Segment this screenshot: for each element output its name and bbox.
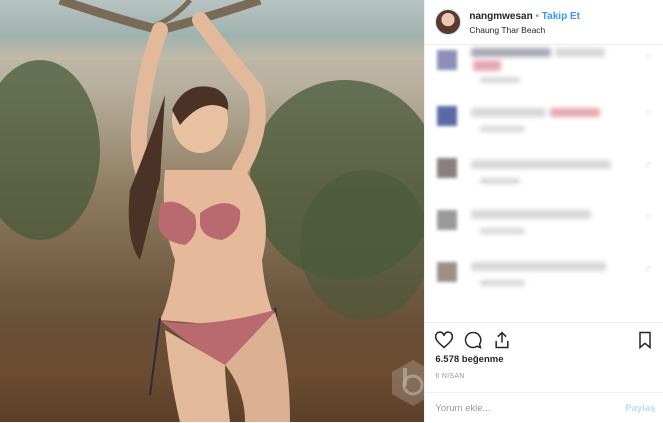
comment-like-icon[interactable]: ♡	[644, 162, 653, 170]
post-sidebar: nangmwesan • Takip Et Chaung Thar Beach …	[424, 0, 663, 422]
share-icon[interactable]	[492, 330, 512, 350]
bookmark-icon[interactable]	[635, 330, 655, 350]
heart-icon[interactable]	[434, 330, 454, 350]
blurred-text	[471, 48, 552, 57]
comment-form: Yorum ekle... Paylaş	[425, 392, 663, 423]
blurred-text	[480, 228, 526, 234]
comment-item: ♡	[425, 204, 663, 244]
blurred-text	[480, 280, 526, 286]
like-count[interactable]: 6.578 beğenme	[435, 354, 503, 365]
blurred-text	[480, 178, 521, 184]
post-comment-button[interactable]: Paylaş	[625, 403, 655, 414]
comment-avatar[interactable]	[437, 50, 458, 70]
comment-avatar[interactable]	[437, 158, 458, 178]
blurred-text	[480, 126, 526, 132]
comment-avatar[interactable]	[437, 106, 458, 126]
comment-icon[interactable]	[463, 330, 483, 350]
comment-like-icon[interactable]: ♡	[644, 110, 653, 118]
avatar[interactable]	[435, 9, 462, 35]
blurred-text	[473, 60, 502, 71]
comment-item: ♡	[425, 152, 663, 192]
blurred-text	[471, 210, 592, 219]
blurred-text	[471, 108, 547, 117]
person-figure	[58, 0, 290, 422]
blurred-text	[555, 48, 606, 57]
follow-button[interactable]: Takip Et	[542, 11, 580, 22]
comment-like-icon[interactable]: ♡	[644, 54, 653, 62]
comment-avatar[interactable]	[437, 210, 458, 230]
post-photo[interactable]	[0, 0, 425, 422]
blurred-text	[480, 77, 521, 83]
watermark-logo	[392, 360, 425, 406]
comment-like-icon[interactable]: ♡	[644, 266, 653, 274]
comment-like-icon[interactable]: ♡	[644, 214, 653, 222]
comment-input[interactable]: Yorum ekle...	[435, 403, 490, 414]
separator-dot: •	[535, 11, 540, 22]
post-date[interactable]: 6 NİSAN	[435, 373, 464, 380]
instagram-post: nangmwesan • Takip Et Chaung Thar Beach …	[0, 0, 663, 422]
blurred-text	[550, 108, 601, 117]
comment-item: ♡	[425, 256, 663, 296]
comment-item: ♡	[425, 44, 663, 84]
blurred-text	[471, 262, 607, 271]
comment-item: ♡	[425, 100, 663, 140]
comment-avatar[interactable]	[437, 262, 458, 282]
username-link[interactable]: nangmwesan	[469, 11, 532, 22]
location-link[interactable]: Chaung Thar Beach	[469, 25, 545, 35]
user-line: nangmwesan • Takip Et	[469, 11, 580, 22]
blurred-text	[471, 160, 612, 169]
post-header: nangmwesan • Takip Et Chaung Thar Beach	[425, 0, 663, 45]
